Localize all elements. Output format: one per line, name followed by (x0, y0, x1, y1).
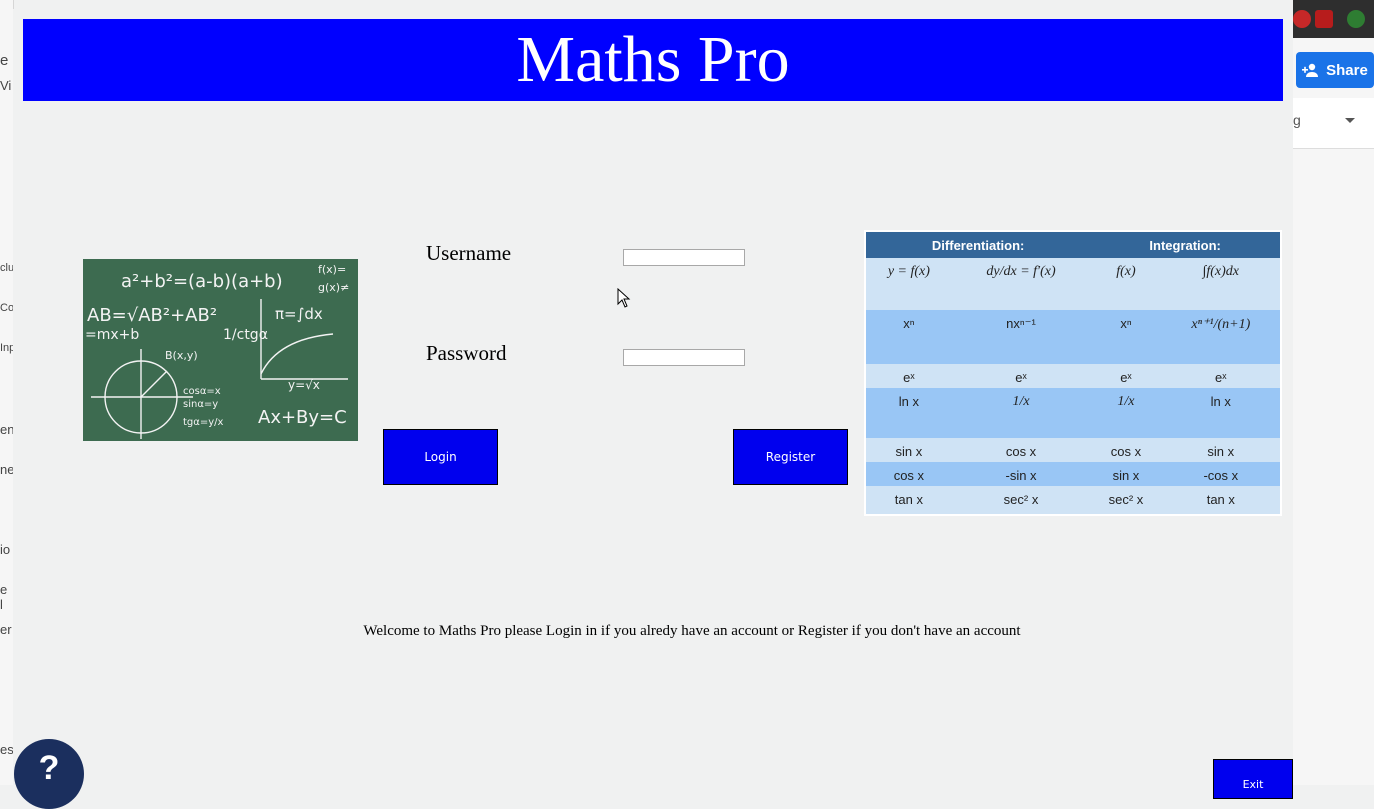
table-cell: tan x (866, 486, 952, 512)
table-cell: eˣ (866, 364, 952, 388)
login-button[interactable]: Login (383, 429, 498, 485)
register-button[interactable]: Register (733, 429, 848, 485)
table-cell: cos x (866, 462, 952, 486)
background-window-right: Share g (1293, 0, 1374, 785)
table-cell: sec² x (1090, 486, 1162, 512)
background-text-fragment: Vi (0, 78, 12, 93)
toolbar-text-fragment: g (1293, 112, 1301, 128)
table-row: ln x 1/x 1/x ln x (866, 388, 1280, 438)
formula-sheet-table: Differentiation: Integration: y = f(x) d… (864, 230, 1282, 516)
password-label: Password (426, 341, 507, 365)
exit-button[interactable]: Exit (1213, 759, 1293, 799)
table-cell: nxⁿ⁻¹ (951, 310, 1091, 364)
chalkboard-image: a²+b²=(a-b)(a+b) f(x)= g(x)≠ AB=√AB²+AB²… (83, 259, 358, 441)
table-cell: y = f(x) (866, 258, 952, 310)
page-title: Maths Pro (516, 23, 790, 96)
table-cell: xⁿ (1090, 310, 1162, 364)
question-mark-icon: ? (38, 749, 60, 787)
background-text-fragment: es (0, 742, 14, 757)
table-cell: sin x (866, 438, 952, 462)
extension-bar (1293, 0, 1374, 38)
background-text-fragment: io (0, 542, 11, 557)
svg-text:AB=√AB²+AB²: AB=√AB²+AB² (87, 305, 217, 326)
table-row: xⁿ nxⁿ⁻¹ xⁿ xⁿ⁺¹/(n+1) (866, 310, 1280, 364)
table-row: sin x cos x cos x sin x (866, 438, 1280, 462)
app-window: Maths Pro a²+b²=(a-b)(a+b) f(x)= g(x)≠ A… (13, 9, 1293, 809)
extension-icon[interactable] (1293, 10, 1311, 28)
title-banner: Maths Pro (23, 19, 1283, 101)
share-button[interactable]: Share (1296, 52, 1374, 88)
background-text-fragment: e (0, 52, 9, 69)
svg-text:sinα=y: sinα=y (183, 399, 218, 410)
person-add-icon (1302, 63, 1319, 77)
background-text-fragment: clu (0, 262, 15, 274)
table-cell: ln x (866, 388, 952, 438)
table-cell: sec² x (951, 486, 1091, 512)
table-cell: dy/dx = f′(x) (951, 258, 1091, 310)
table-cell: sin x (1090, 462, 1162, 486)
table-cell: sin x (1161, 438, 1280, 462)
table-cell: 1/x (1090, 388, 1162, 438)
table-row: tan x sec² x sec² x tan x (866, 486, 1280, 512)
table-cell: xⁿ (866, 310, 952, 364)
table-cell: ∫f(x)dx (1161, 258, 1280, 310)
differentiation-header: Differentiation: (866, 232, 1091, 258)
welcome-message: Welcome to Maths Pro please Login in if … (363, 623, 1021, 639)
mouse-cursor-icon (617, 288, 631, 308)
table-cell: -sin x (951, 462, 1091, 486)
table-row: eˣ eˣ eˣ eˣ (866, 364, 1280, 388)
integration-header: Integration: (1090, 232, 1280, 258)
svg-text:=mx+b: =mx+b (85, 327, 139, 343)
extension-icon[interactable] (1347, 10, 1365, 28)
chevron-down-icon[interactable] (1345, 118, 1355, 123)
help-button[interactable]: ? (14, 739, 84, 809)
svg-text:a²+b²=(a-b)(a+b): a²+b²=(a-b)(a+b) (121, 271, 283, 292)
table-cell: f(x) (1090, 258, 1162, 310)
background-window-left: e Vi clu Co Inp ent ne io e l er es (0, 0, 18, 785)
pdf-icon[interactable] (1315, 10, 1333, 28)
share-label: Share (1326, 61, 1368, 79)
svg-text:cosα=x: cosα=x (183, 386, 221, 397)
svg-text:Ax+By=C: Ax+By=C (258, 407, 347, 428)
svg-text:π=∫dx: π=∫dx (275, 305, 323, 323)
table-row: y = f(x) dy/dx = f′(x) f(x) ∫f(x)dx (866, 258, 1280, 310)
table-cell: cos x (1090, 438, 1162, 462)
svg-text:f(x)=: f(x)= (318, 263, 346, 276)
username-input[interactable] (623, 249, 745, 266)
table-cell: xⁿ⁺¹/(n+1) (1161, 310, 1280, 364)
table-cell: ln x (1161, 388, 1280, 438)
svg-text:B(x,y): B(x,y) (165, 349, 198, 362)
username-label: Username (426, 241, 512, 265)
table-cell: eˣ (1161, 364, 1280, 388)
password-input[interactable] (623, 349, 745, 366)
background-text-fragment: e l (0, 582, 8, 612)
table-cell: tan x (1161, 486, 1280, 512)
table-cell: -cos x (1161, 462, 1280, 486)
background-text-fragment: Co (0, 302, 15, 314)
table-cell: eˣ (951, 364, 1091, 388)
table-cell: cos x (951, 438, 1091, 462)
table-row: cos x -sin x sin x -cos x (866, 462, 1280, 486)
svg-text:tgα=y/x: tgα=y/x (183, 417, 224, 428)
table-cell: eˣ (1090, 364, 1162, 388)
svg-text:g(x)≠: g(x)≠ (318, 281, 349, 294)
table-cell: 1/x (951, 388, 1091, 438)
svg-text:y=√x: y=√x (288, 378, 320, 392)
background-toolbar: g (1293, 98, 1374, 149)
